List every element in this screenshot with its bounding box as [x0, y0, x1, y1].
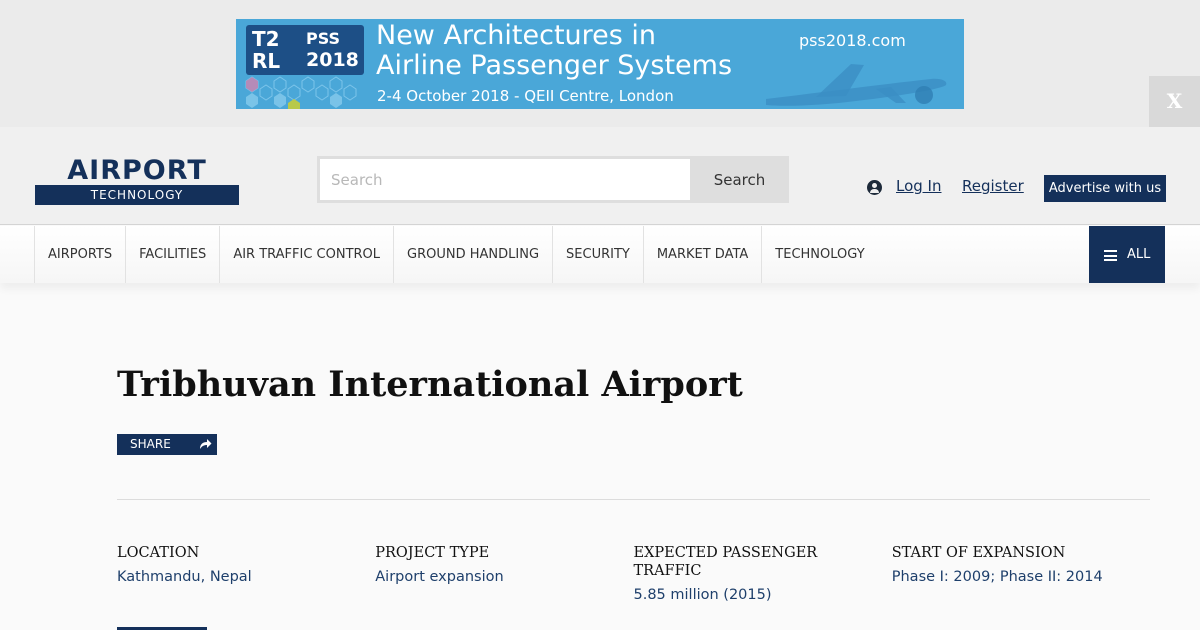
- user-icon: [867, 180, 882, 195]
- divider: [117, 499, 1150, 500]
- nav-item-technology[interactable]: TECHNOLOGY: [761, 226, 877, 283]
- search-box: Search: [317, 156, 789, 203]
- share-button[interactable]: SHARE: [117, 434, 217, 455]
- ad-logo-rl: RL: [252, 49, 281, 73]
- share-arrow-icon: [200, 439, 212, 449]
- fact-label: EXPECTED PASSENGER TRAFFIC: [633, 545, 818, 579]
- hamburger-icon: [1104, 250, 1117, 261]
- fact-value: 5.85 million (2015): [633, 587, 772, 603]
- fact-label: PROJECT TYPE: [375, 545, 490, 561]
- nav-item-security[interactable]: SECURITY: [552, 226, 643, 283]
- fact-label: LOCATION: [117, 545, 200, 561]
- logo-word: AIRPORT: [67, 155, 207, 186]
- ad-logo-pss: PSS: [306, 29, 341, 48]
- all-menu-label: ALL: [1127, 247, 1151, 262]
- ad-logo: T2 RL PSS 2018: [246, 25, 364, 75]
- key-facts: LOCATION Kathmandu, Nepal PROJECT TYPE A…: [117, 544, 1150, 604]
- ad-banner[interactable]: T2 RL PSS 2018 New Architectures in Airli…: [236, 19, 964, 109]
- nav-item-airports[interactable]: AIRPORTS: [34, 226, 125, 283]
- ad-headline-line2: Airline Passenger Systems: [376, 50, 733, 81]
- fact-value: Phase I: 2009; Phase II: 2014: [891, 569, 1103, 585]
- ad-url: pss2018.com: [799, 31, 906, 50]
- close-ad-button[interactable]: X: [1149, 76, 1200, 127]
- main-nav: AIRPORTS FACILITIES AIR TRAFFIC CONTROL …: [0, 226, 1200, 283]
- fact-label: START OF EXPANSION: [891, 545, 1066, 561]
- search-input[interactable]: [320, 159, 690, 200]
- airplane-icon: [766, 64, 947, 106]
- nav-item-air-traffic-control[interactable]: AIR TRAFFIC CONTROL: [219, 226, 393, 283]
- register-link[interactable]: Register: [962, 177, 1024, 195]
- fact-location: LOCATION Kathmandu, Nepal: [117, 544, 375, 604]
- fact-start-of-expansion: START OF EXPANSION Phase I: 2009; Phase …: [892, 544, 1150, 604]
- fact-project-type: PROJECT TYPE Airport expansion: [375, 544, 633, 604]
- ad-headline-line1: New Architectures in: [376, 20, 657, 51]
- site-header: AIRPORT TECHNOLOGY Search Log In Registe…: [0, 127, 1200, 225]
- ad-subline: 2-4 October 2018 - QEII Centre, London: [377, 87, 674, 105]
- ad-logo-year: 2018: [306, 49, 359, 71]
- search-button[interactable]: Search: [690, 156, 789, 203]
- nav-item-market-data[interactable]: MARKET DATA: [642, 226, 761, 283]
- ad-bar: T2 RL PSS 2018 New Architectures in Airli…: [0, 0, 1200, 127]
- page-title: Tribhuvan International Airport: [117, 364, 743, 405]
- nav-item-ground-handling[interactable]: GROUND HANDLING: [393, 226, 552, 283]
- fact-value: Airport expansion: [375, 569, 504, 585]
- ad-logo-t2: T2: [252, 27, 280, 51]
- logo-subtitle: TECHNOLOGY: [35, 185, 239, 205]
- ad-headline: New Architectures in Airline Passenger S…: [376, 21, 732, 81]
- site-logo[interactable]: AIRPORT TECHNOLOGY: [35, 156, 239, 205]
- all-menu-button[interactable]: ALL: [1089, 226, 1165, 283]
- login-link[interactable]: Log In: [896, 177, 942, 195]
- fact-passenger-traffic: EXPECTED PASSENGER TRAFFIC 5.85 million …: [634, 544, 892, 604]
- fact-value: Kathmandu, Nepal: [117, 569, 252, 585]
- share-label: SHARE: [130, 437, 171, 451]
- nav-items: AIRPORTS FACILITIES AIR TRAFFIC CONTROL …: [34, 226, 878, 283]
- advertise-button[interactable]: Advertise with us: [1044, 175, 1166, 202]
- nav-item-facilities[interactable]: FACILITIES: [125, 226, 219, 283]
